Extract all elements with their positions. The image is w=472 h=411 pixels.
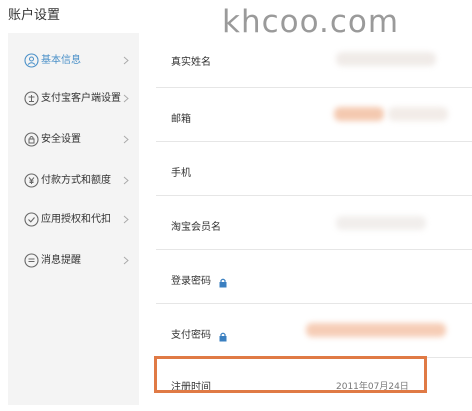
row-phone: 手机 [156, 141, 472, 196]
sidebar-item-label: 安全设置 [41, 134, 81, 145]
row-payment-password: 支付密码 [156, 303, 472, 358]
redacted-value [334, 107, 384, 121]
sidebar-item-notifications[interactable]: 消息提醒 [8, 241, 139, 281]
row-real-name: 真实姓名 [156, 33, 472, 88]
lock-icon [24, 132, 39, 147]
lock-icon [219, 327, 227, 342]
row-label: 登录密码 [171, 276, 211, 287]
chevron-right-icon [121, 132, 131, 147]
check-circle-icon [24, 212, 39, 227]
row-taobao-name: 淘宝会员名 [156, 195, 472, 250]
row-label: 邮箱 [171, 114, 191, 125]
row-label: 支付密码 [171, 330, 211, 341]
chevron-right-icon [121, 91, 131, 106]
message-icon [24, 253, 39, 268]
row-label: 手机 [171, 168, 191, 179]
sidebar-item-label: 消息提醒 [41, 255, 81, 266]
sidebar-item-security[interactable]: 安全设置 [8, 120, 139, 160]
redacted-value [336, 52, 436, 66]
row-label: 真实姓名 [171, 57, 211, 68]
chevron-right-icon [121, 53, 131, 68]
page-title: 账户设置 [8, 8, 61, 23]
client-icon [24, 91, 39, 106]
chevron-right-icon [121, 173, 131, 188]
redacted-value [336, 216, 426, 230]
sidebar-item-basic-info[interactable]: 基本信息 [8, 41, 139, 81]
sidebar-item-payment-methods[interactable]: 付款方式和额度 [8, 161, 139, 201]
yuan-icon [24, 173, 39, 188]
sidebar-item-client-settings[interactable]: 支付宝客户端设置 [8, 79, 139, 119]
sidebar-item-label: 应用授权和代扣 [41, 214, 111, 225]
sidebar: 基本信息 支付宝客户端设置 安全设置 付款方式和额度 应用授权和代扣 消息提醒 [8, 33, 139, 405]
redacted-value [306, 323, 446, 337]
row-login-password: 登录密码 [156, 249, 472, 304]
sidebar-item-label: 基本信息 [41, 55, 81, 66]
sidebar-item-label: 支付宝客户端设置 [41, 93, 121, 104]
user-icon [24, 53, 39, 68]
chevron-right-icon [121, 253, 131, 268]
row-email: 邮箱 [156, 87, 472, 142]
sidebar-item-label: 付款方式和额度 [41, 175, 111, 186]
lock-icon [219, 273, 227, 288]
sidebar-item-app-authorization[interactable]: 应用授权和代扣 [8, 200, 139, 240]
highlight-box [154, 356, 427, 393]
chevron-right-icon [121, 212, 131, 227]
row-label: 淘宝会员名 [171, 222, 221, 233]
redacted-value [388, 107, 448, 121]
